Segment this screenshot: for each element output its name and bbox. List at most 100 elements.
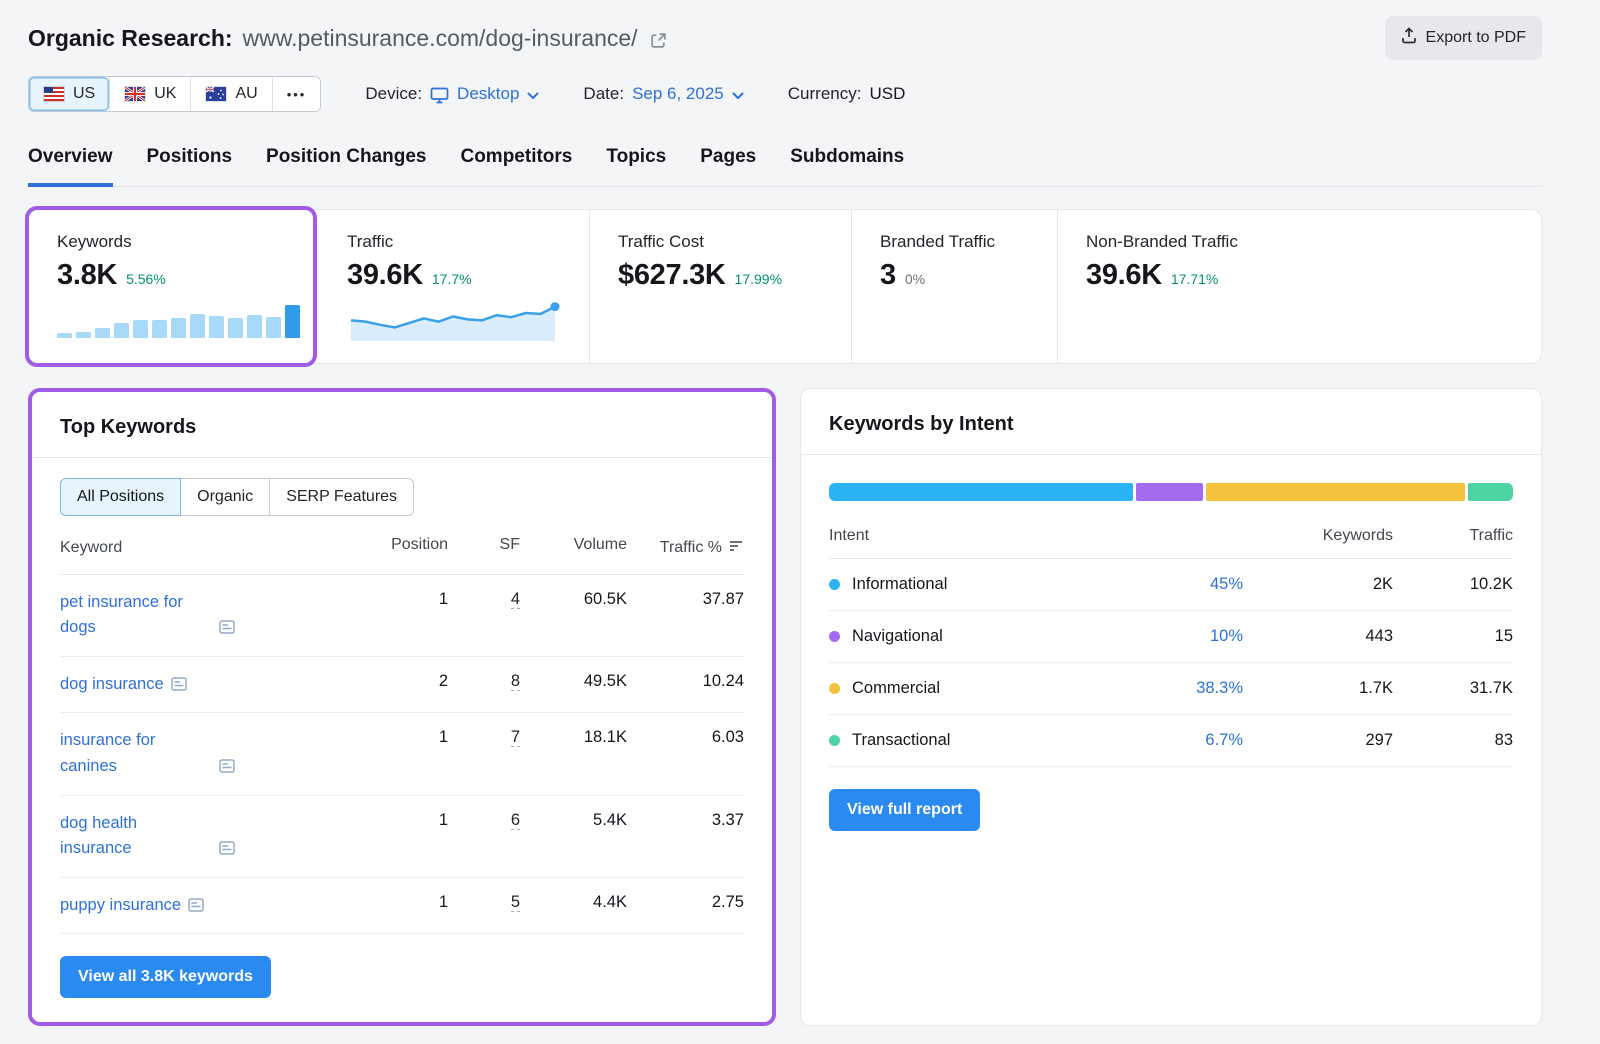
keyword-link[interactable]: pet insurance for dogs [60,590,212,641]
intent-traffic-value: 15 [1393,627,1513,646]
ellipsis-icon: ••• [287,87,307,102]
top-keywords-table-header: Keyword Position SF Volume Traffic % [60,536,744,575]
intent-label: Transactional [852,731,950,750]
intent-keywords-value: 297 [1243,731,1393,750]
traffic-trend-chart [347,296,579,347]
intent-table-header: Intent Keywords Traffic [829,527,1513,559]
export-to-pdf-button[interactable]: Export to PDF [1385,16,1542,60]
traffic-pct-value: 2.75 [639,893,744,912]
view-all-keywords-button[interactable]: View all 3.8K keywords [60,956,271,998]
top-keywords-title: Top Keywords [60,416,744,439]
keyword-link[interactable]: puppy insurance [60,893,181,919]
serp-snippet-icon [188,898,204,912]
column-header-traffic-sort[interactable]: Traffic % [639,536,744,561]
keyword-link[interactable]: dog health insurance [60,811,212,862]
position-value: 1 [368,590,448,609]
country-selector: US UK AU ••• [28,76,321,112]
main-content: Top Keywords All Positions Organic SERP … [28,388,1542,1026]
page-title: Organic Research: [28,25,233,52]
serp-snippet-icon [219,841,235,855]
intent-dot-commercial [829,683,840,694]
intent-row: Commercial 38.3% 1.7K 31.7K [829,663,1513,715]
traffic-pct-value: 6.03 [639,728,744,747]
external-link-icon[interactable] [650,32,667,49]
position-value: 1 [368,728,448,747]
tab-pages[interactable]: Pages [700,146,756,187]
sf-value[interactable]: 6 [511,811,520,830]
report-tabs: Overview Positions Position Changes Comp… [28,146,1542,187]
keyword-link[interactable]: insurance for canines [60,728,212,779]
intent-segment-informational [829,483,1133,501]
filter-tab-all-positions[interactable]: All Positions [60,478,181,516]
keyword-link[interactable]: dog insurance [60,672,164,698]
sf-value[interactable]: 8 [511,672,520,691]
volume-value: 60.5K [532,590,627,609]
tab-position-changes[interactable]: Position Changes [266,146,426,187]
filter-tab-organic[interactable]: Organic [180,478,270,516]
intent-row: Navigational 10% 443 15 [829,611,1513,663]
table-row: insurance for canines 1 7 18.1K 6.03 [60,713,744,795]
branded-traffic-change: 0% [905,271,925,287]
intent-keywords-value: 443 [1243,627,1393,646]
tab-positions[interactable]: Positions [147,146,233,187]
traffic-pct-value: 3.37 [639,811,744,830]
table-row: dog insurance 2 8 49.5K 10.24 [60,657,744,714]
tab-subdomains[interactable]: Subdomains [790,146,904,187]
intent-share-link[interactable]: 6.7% [1205,731,1243,749]
sf-value[interactable]: 4 [511,590,520,609]
intent-keywords-value: 2K [1243,575,1393,594]
column-header-sf: SF [460,536,520,561]
serp-snippet-icon [219,620,235,634]
intent-share-link[interactable]: 45% [1210,575,1243,593]
metrics-summary-card: Keywords 3.8K 5.56% Traffic 39.6K 17.7% … [28,209,1542,364]
metric-non-branded-traffic: Non-Branded Traffic 39.6K 17.71% [1057,210,1541,363]
intent-segment-transactional [1468,483,1513,501]
analyzed-domain: www.petinsurance.com/dog-insurance/ [243,25,638,52]
traffic-cost-change: 17.99% [735,271,782,287]
intent-traffic-value: 31.7K [1393,679,1513,698]
column-header-volume: Volume [532,536,627,561]
metric-traffic: Traffic 39.6K 17.7% [319,210,589,363]
view-full-report-button[interactable]: View full report [829,789,980,831]
traffic-pct-value: 37.87 [639,590,744,609]
intent-label: Navigational [852,627,943,646]
sort-desc-icon [729,539,744,557]
intent-distribution-bar [829,483,1513,501]
volume-value: 18.1K [532,728,627,747]
traffic-value: 39.6K [347,259,423,292]
non-branded-traffic-value: 39.6K [1086,259,1162,292]
device-filter[interactable]: Device: Desktop [365,84,539,104]
metric-keywords: Keywords 3.8K 5.56% [29,210,319,363]
intent-share-link[interactable]: 10% [1210,627,1243,645]
date-filter[interactable]: Date: Sep 6, 2025 [583,84,743,104]
position-value: 1 [368,811,448,830]
filter-tab-serp-features[interactable]: SERP Features [269,478,414,516]
column-header-traffic: Traffic [1393,527,1513,545]
divider [801,454,1541,455]
monitor-icon [430,87,449,104]
more-countries-button[interactable]: ••• [272,77,321,111]
country-tab-us[interactable]: US [29,77,109,111]
keywords-value: 3.8K [57,259,117,292]
column-header-keywords: Keywords [1243,527,1393,545]
volume-value: 49.5K [532,672,627,691]
sf-value[interactable]: 5 [511,893,520,912]
tab-topics[interactable]: Topics [606,146,666,187]
intent-row: Informational 45% 2K 10.2K [829,559,1513,611]
intent-label: Informational [852,575,947,594]
upload-tray-icon [1401,27,1417,49]
intent-share-link[interactable]: 38.3% [1196,679,1243,697]
keywords-by-intent-card: Keywords by Intent Intent Keywords Traff… [800,388,1542,1026]
country-tab-uk[interactable]: UK [109,77,190,111]
intent-dot-informational [829,579,840,590]
country-tab-au[interactable]: AU [190,77,271,111]
position-value: 2 [368,672,448,691]
tab-overview[interactable]: Overview [28,146,113,187]
serp-snippet-icon [171,677,187,691]
keywords-change: 5.56% [126,271,166,287]
tab-competitors[interactable]: Competitors [460,146,572,187]
traffic-change: 17.7% [432,271,472,287]
header: Organic Research: www.petinsurance.com/d… [28,16,1542,60]
sf-value[interactable]: 7 [511,728,520,747]
table-row: puppy insurance 1 5 4.4K 2.75 [60,878,744,935]
